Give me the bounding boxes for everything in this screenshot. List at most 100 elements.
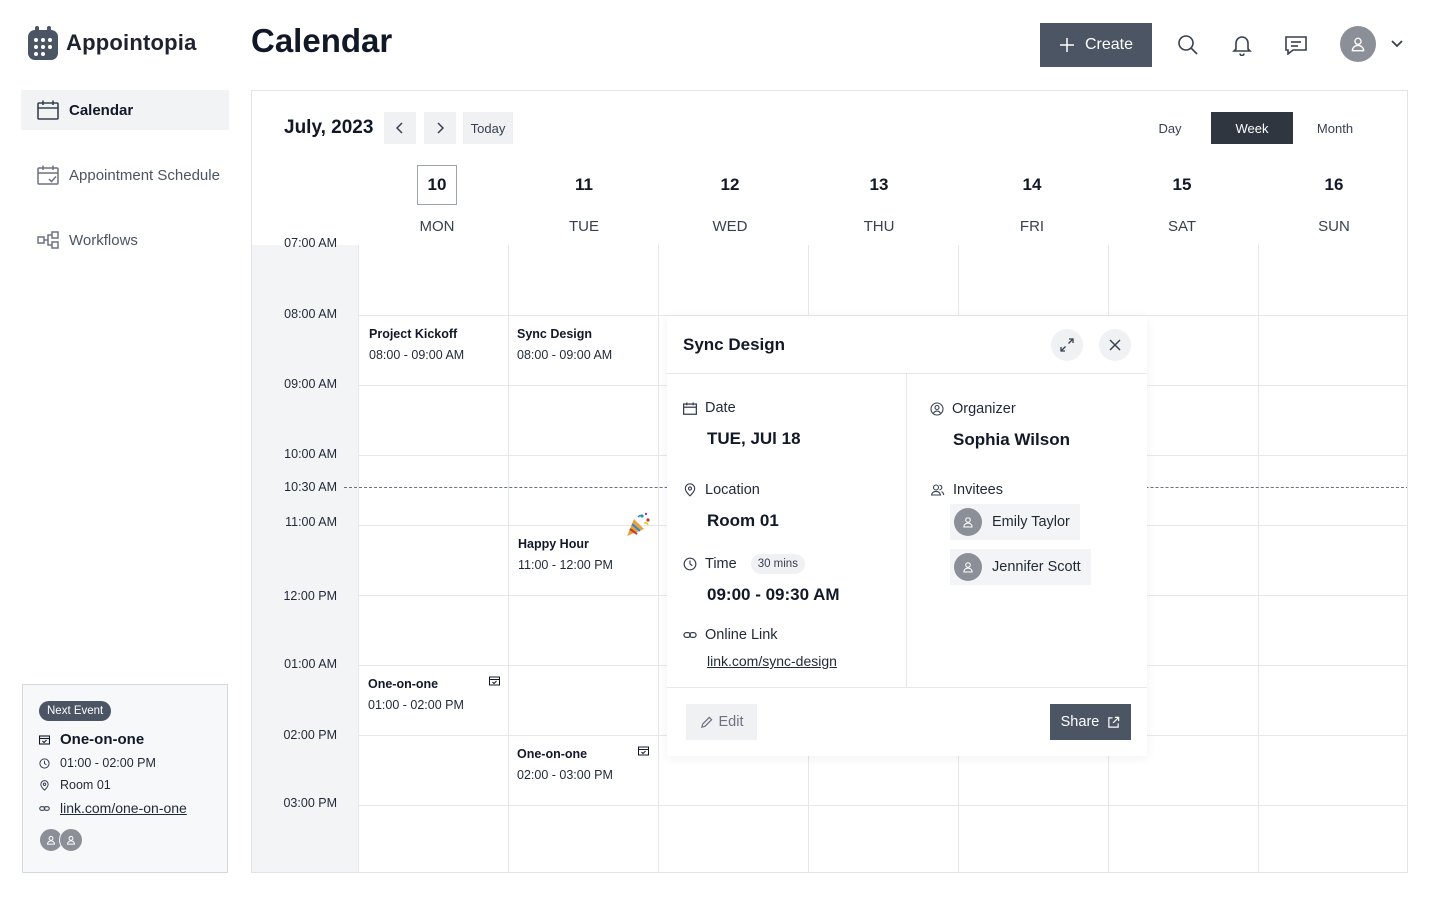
sidebar-item-calendar[interactable]: Calendar bbox=[21, 90, 229, 130]
bell-icon[interactable] bbox=[1229, 32, 1255, 58]
time-field-label: Time 30 mins bbox=[683, 554, 805, 574]
search-icon[interactable] bbox=[1175, 32, 1201, 58]
sidebar-item-workflows[interactable]: Workflows bbox=[21, 220, 229, 260]
share-button[interactable]: Share bbox=[1050, 704, 1131, 740]
user-circle-icon bbox=[930, 402, 944, 416]
prev-week-button[interactable] bbox=[384, 112, 416, 144]
event-project-kickoff[interactable]: Project Kickoff 08:00 - 09:00 AM bbox=[369, 327, 509, 362]
next-event-location: Room 01 bbox=[60, 778, 111, 792]
time-gutter bbox=[252, 245, 358, 872]
day-number: 14 bbox=[1022, 175, 1042, 194]
next-event-badge: Next Event bbox=[39, 701, 112, 721]
next-event-title: One-on-one bbox=[60, 731, 145, 748]
clock-icon bbox=[683, 557, 697, 571]
link-icon bbox=[39, 803, 50, 814]
grid-line bbox=[358, 245, 359, 872]
event-time: 11:00 - 12:00 PM bbox=[518, 558, 613, 572]
next-week-button[interactable] bbox=[424, 112, 456, 144]
message-icon[interactable] bbox=[1283, 32, 1309, 58]
time-label: 02:00 PM bbox=[283, 728, 337, 742]
create-button[interactable]: Create bbox=[1040, 23, 1152, 67]
day-header-sat[interactable]: 15 SAT bbox=[1122, 165, 1242, 235]
view-week-button[interactable]: Week bbox=[1211, 112, 1293, 144]
brand[interactable]: Appointopia bbox=[28, 26, 197, 60]
calendar-check-icon bbox=[37, 165, 59, 185]
event-happy-hour[interactable]: Happy Hour 11:00 - 12:00 PM bbox=[518, 512, 658, 572]
page-title: Calendar bbox=[251, 22, 393, 59]
event-one-on-one-mon[interactable]: One-on-one 01:00 - 02:00 PM bbox=[368, 676, 508, 712]
event-details-popover[interactable]: Sync Design Date TUE, JUl 18 Location Ro… bbox=[667, 316, 1147, 756]
event-one-on-one-tue[interactable]: One-on-one 02:00 - 03:00 PM bbox=[517, 746, 657, 782]
sidebar-item-label: Appointment Schedule bbox=[69, 166, 220, 184]
popover-footer-divider bbox=[667, 687, 1147, 688]
grid-line bbox=[358, 805, 1407, 806]
location-value: Room 01 bbox=[707, 511, 779, 530]
time-label: 07:00 AM bbox=[284, 236, 337, 250]
day-name: SAT bbox=[1167, 218, 1197, 235]
location-pin-icon bbox=[683, 483, 697, 497]
today-button[interactable]: Today bbox=[463, 112, 513, 144]
sidebar-item-appointment-schedule[interactable]: Appointment Schedule bbox=[21, 155, 229, 195]
online-link-field-label: Online Link bbox=[683, 627, 778, 643]
event-sync-design[interactable]: Sync Design 08:00 - 09:00 AM bbox=[517, 327, 657, 362]
online-link[interactable]: link.com/sync-design bbox=[707, 653, 837, 669]
event-time: 08:00 - 09:00 AM bbox=[369, 348, 465, 362]
month-label: July, 2023 bbox=[284, 117, 374, 138]
calendar-check-icon bbox=[39, 734, 50, 745]
event-title: One-on-one bbox=[368, 677, 439, 691]
brand-name: Appointopia bbox=[66, 30, 197, 55]
event-title: One-on-one bbox=[517, 747, 588, 761]
edit-label: Edit bbox=[718, 714, 744, 730]
day-header-fri[interactable]: 14 FRI bbox=[972, 165, 1092, 235]
day-header-wed[interactable]: 12 WED bbox=[670, 165, 790, 235]
close-icon[interactable] bbox=[1099, 329, 1131, 361]
time-label: 01:00 AM bbox=[284, 657, 337, 671]
date-label-text: Date bbox=[705, 400, 736, 416]
day-name: WED bbox=[712, 218, 748, 235]
next-event-card[interactable]: Next Event One-on-one 01:00 - 02:00 PM R… bbox=[22, 684, 228, 873]
grid-line bbox=[658, 245, 659, 872]
view-day-button[interactable]: Day bbox=[1129, 112, 1211, 144]
event-title: Project Kickoff bbox=[369, 327, 458, 341]
invitee-chip[interactable]: Emily Taylor bbox=[950, 504, 1080, 540]
expand-icon[interactable] bbox=[1051, 329, 1083, 361]
popover-title: Sync Design bbox=[683, 335, 786, 354]
edit-button[interactable]: Edit bbox=[686, 704, 757, 740]
day-number: 13 bbox=[869, 175, 889, 194]
day-header-tue[interactable]: 11 TUE bbox=[524, 165, 644, 235]
avatar bbox=[954, 553, 982, 581]
day-name: THU bbox=[863, 218, 895, 235]
day-header-mon[interactable]: 10 MON bbox=[377, 165, 497, 235]
duration-badge: 30 mins bbox=[750, 554, 805, 574]
calendar-event-icon bbox=[489, 673, 500, 691]
day-number: 16 bbox=[1324, 175, 1344, 194]
location-pin-icon bbox=[39, 779, 50, 791]
online-link-label-text: Online Link bbox=[705, 627, 778, 643]
event-time: 01:00 - 02:00 PM bbox=[368, 698, 464, 712]
sidebar-item-label: Workflows bbox=[69, 231, 138, 249]
external-link-icon bbox=[1107, 716, 1120, 729]
next-event-link[interactable]: link.com/one-on-one bbox=[60, 800, 187, 816]
day-header-thu[interactable]: 13 THU bbox=[819, 165, 939, 235]
event-time: 02:00 - 03:00 PM bbox=[517, 768, 613, 782]
location-label-text: Location bbox=[705, 482, 760, 498]
day-header-sun[interactable]: 16 SUN bbox=[1274, 165, 1394, 235]
next-event-time: 01:00 - 02:00 PM bbox=[60, 756, 156, 770]
day-name: SUN bbox=[1318, 218, 1350, 235]
time-label: 09:00 AM bbox=[284, 377, 337, 391]
user-avatar[interactable] bbox=[1340, 26, 1376, 62]
plus-icon bbox=[1059, 37, 1075, 53]
invitee-chip[interactable]: Jennifer Scott bbox=[950, 549, 1091, 585]
day-number: 10 bbox=[417, 165, 457, 205]
day-number: 11 bbox=[575, 175, 593, 194]
share-label: Share bbox=[1060, 714, 1100, 730]
time-label: 08:00 AM bbox=[284, 307, 337, 321]
calendar-grid-logo-icon bbox=[28, 26, 58, 60]
chevron-down-icon[interactable] bbox=[1390, 36, 1404, 55]
pencil-icon bbox=[700, 716, 713, 729]
time-label: 12:00 PM bbox=[283, 589, 337, 603]
workflow-icon bbox=[37, 231, 59, 249]
view-month-button[interactable]: Month bbox=[1294, 112, 1376, 144]
organizer-label-text: Organizer bbox=[952, 401, 1016, 417]
event-time: 08:00 - 09:00 AM bbox=[517, 348, 613, 362]
